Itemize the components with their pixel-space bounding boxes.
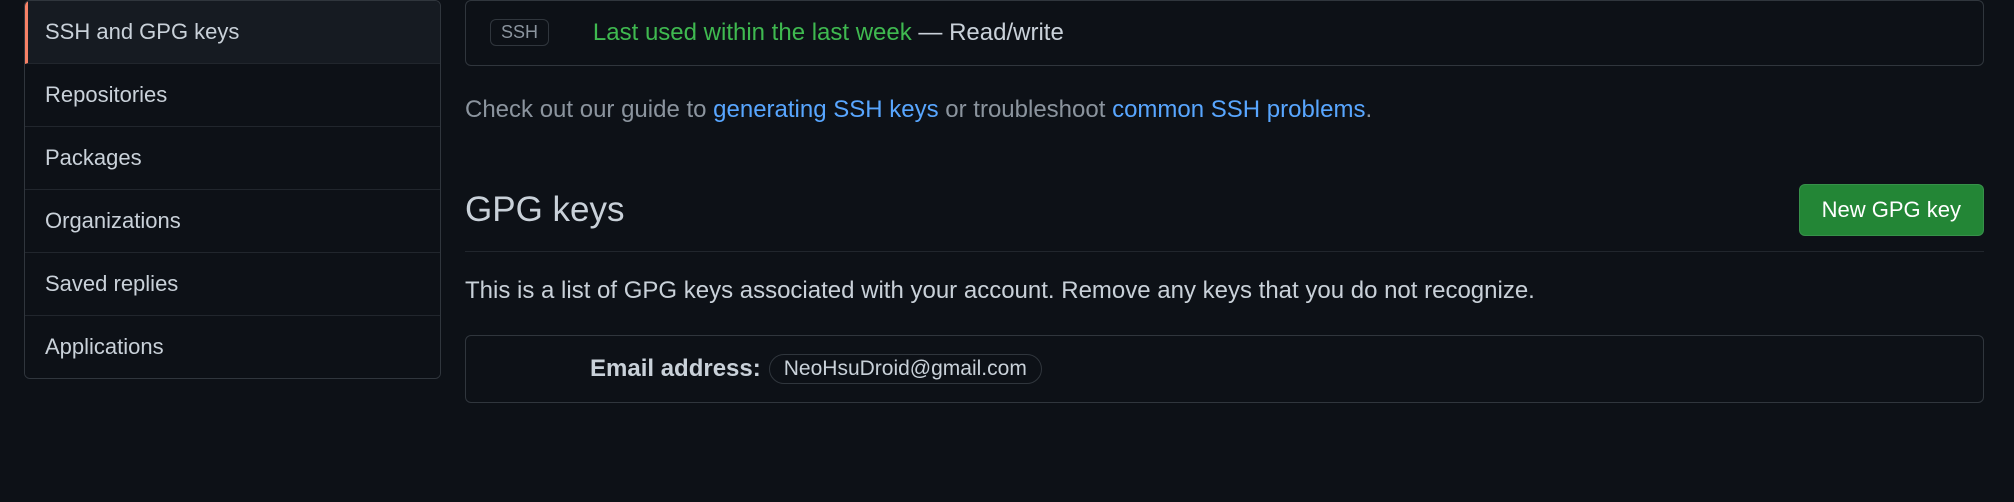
gpg-section-header: GPG keys New GPG key <box>465 184 1984 252</box>
sidebar-item-repositories[interactable]: Repositories <box>25 64 440 127</box>
ssh-guide-text: Check out our guide to generating SSH ke… <box>465 96 1984 124</box>
ssh-badge: SSH <box>490 19 549 46</box>
gpg-key-card: Email address: NeoHsuDroid@gmail.com <box>465 335 1984 403</box>
sidebar-item-applications[interactable]: Applications <box>25 316 440 378</box>
new-gpg-key-button[interactable]: New GPG key <box>1799 184 1984 236</box>
common-ssh-problems-link[interactable]: common SSH problems <box>1112 96 1365 123</box>
ssh-key-info: Last used within the last week — Read/wr… <box>593 19 1064 47</box>
sidebar-item-ssh-gpg-keys[interactable]: SSH and GPG keys <box>25 1 440 64</box>
ssh-access-level: — Read/write <box>912 19 1064 46</box>
guide-middle: or troubleshoot <box>939 96 1112 123</box>
main-content: SSH Last used within the last week — Rea… <box>465 0 2014 502</box>
gpg-section-description: This is a list of GPG keys associated wi… <box>465 277 1984 305</box>
guide-prefix: Check out our guide to <box>465 96 713 123</box>
guide-suffix: . <box>1365 96 1372 123</box>
gpg-email-row: Email address: NeoHsuDroid@gmail.com <box>590 354 1959 384</box>
ssh-last-used: Last used within the last week <box>593 19 912 46</box>
ssh-key-card: SSH Last used within the last week — Rea… <box>465 0 1984 66</box>
gpg-email-label: Email address: <box>590 355 761 383</box>
sidebar-item-packages[interactable]: Packages <box>25 127 440 190</box>
sidebar-item-saved-replies[interactable]: Saved replies <box>25 253 440 316</box>
sidebar-item-organizations[interactable]: Organizations <box>25 190 440 253</box>
gpg-section-title: GPG keys <box>465 190 624 230</box>
gpg-email-value: NeoHsuDroid@gmail.com <box>769 354 1042 384</box>
sidebar-list: SSH and GPG keys Repositories Packages O… <box>24 0 441 379</box>
settings-sidebar: SSH and GPG keys Repositories Packages O… <box>0 0 465 502</box>
generating-ssh-keys-link[interactable]: generating SSH keys <box>713 96 938 123</box>
